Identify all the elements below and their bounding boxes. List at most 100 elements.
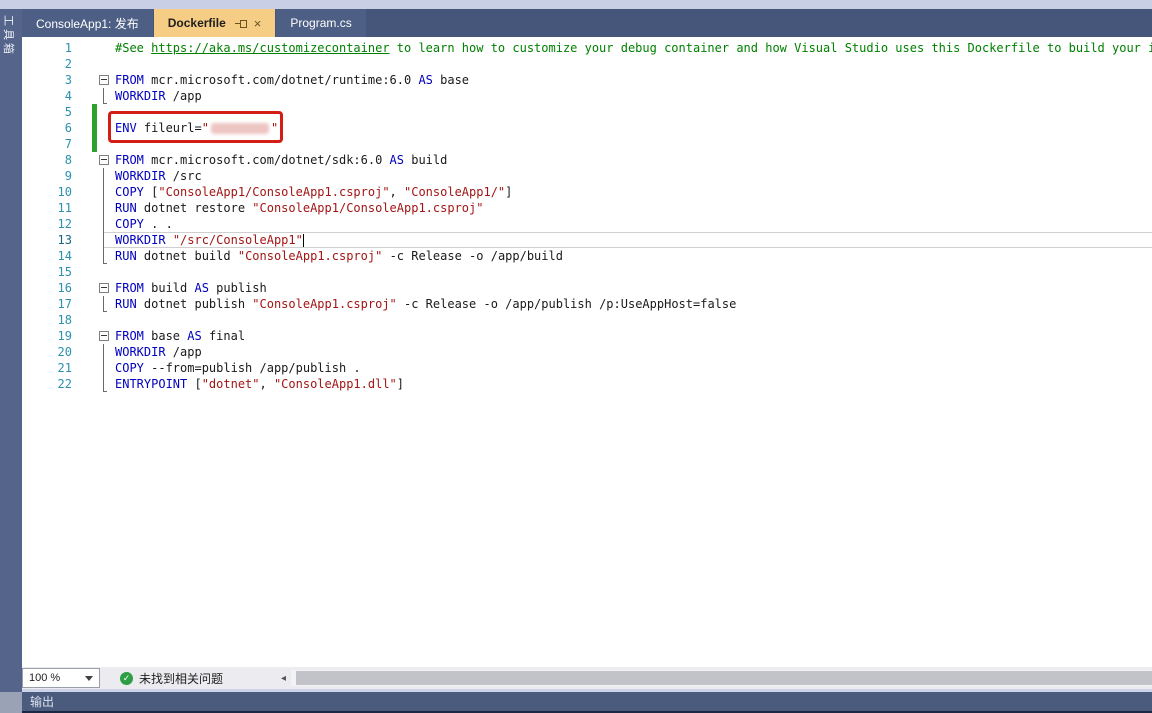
code-segment: -c Release -o /app/build bbox=[382, 249, 563, 263]
line-number: 14 bbox=[22, 249, 72, 263]
line-number: 15 bbox=[22, 265, 72, 279]
left-bottom-corner bbox=[0, 692, 22, 713]
code-line[interactable]: 21COPY --from=publish /app/publish . bbox=[22, 360, 1152, 376]
fold-collapse-icon[interactable] bbox=[99, 331, 109, 341]
code-text: WORKDIR "/src/ConsoleApp1" bbox=[115, 233, 304, 247]
window-top-strip bbox=[0, 0, 1152, 9]
code-segment: AS bbox=[418, 73, 432, 87]
code-segment: #See bbox=[115, 41, 151, 55]
code-text: ENV fileurl="" bbox=[115, 121, 278, 135]
code-line[interactable]: 12 COPY . . bbox=[22, 216, 1152, 232]
tab-icon-group: × bbox=[235, 18, 262, 29]
gutter bbox=[72, 360, 115, 376]
code-segment: /src bbox=[166, 169, 202, 183]
code-line[interactable]: 15 bbox=[22, 264, 1152, 280]
gutter bbox=[72, 88, 115, 104]
gutter bbox=[72, 168, 115, 184]
code-line[interactable]: 18 bbox=[22, 312, 1152, 328]
gutter bbox=[72, 136, 115, 152]
code-line[interactable]: 3FROM mcr.microsoft.com/dotnet/runtime:6… bbox=[22, 72, 1152, 88]
code-segment: base bbox=[433, 73, 469, 87]
code-line[interactable]: 5 bbox=[22, 104, 1152, 120]
line-number: 13 bbox=[22, 233, 72, 247]
fold-guide-line bbox=[103, 184, 104, 200]
zoom-level-select[interactable]: 100 % bbox=[22, 668, 100, 688]
code-line[interactable]: 22ENTRYPOINT ["dotnet", "ConsoleApp1.dll… bbox=[22, 376, 1152, 392]
toolbox-vertical-tab[interactable]: 工具箱 bbox=[1, 15, 17, 57]
code-line[interactable]: 7 bbox=[22, 136, 1152, 152]
code-line[interactable]: 8FROM mcr.microsoft.com/dotnet/sdk:6.0 A… bbox=[22, 152, 1152, 168]
fold-collapse-icon[interactable] bbox=[99, 75, 109, 85]
fold-collapse-icon[interactable] bbox=[99, 155, 109, 165]
gutter bbox=[72, 248, 115, 264]
scroll-left-icon[interactable]: ◂ bbox=[281, 673, 286, 684]
fold-guide-line bbox=[103, 88, 104, 104]
comment-link[interactable]: https://aka.ms/customizecontainer bbox=[151, 41, 389, 55]
document-tab-bar: ConsoleApp1: 发布 Dockerfile × Program.cs bbox=[22, 9, 1152, 37]
line-number: 20 bbox=[22, 345, 72, 359]
fold-collapse-icon[interactable] bbox=[99, 283, 109, 293]
code-segment: WORKDIR bbox=[115, 89, 166, 103]
line-number: 18 bbox=[22, 313, 72, 327]
code-segment: AS bbox=[187, 329, 201, 343]
code-text: RUN dotnet publish "ConsoleApp1.csproj" … bbox=[115, 297, 736, 311]
code-segment bbox=[166, 233, 173, 247]
gutter bbox=[72, 296, 115, 312]
editor-column: ConsoleApp1: 发布 Dockerfile × Program.cs … bbox=[22, 9, 1152, 713]
code-line[interactable]: 2 bbox=[22, 56, 1152, 72]
line-number: 12 bbox=[22, 217, 72, 231]
line-number: 17 bbox=[22, 297, 72, 311]
code-line[interactable]: 14RUN dotnet build "ConsoleApp1.csproj" … bbox=[22, 248, 1152, 264]
code-segment: final bbox=[202, 329, 245, 343]
code-text: COPY . . bbox=[115, 217, 173, 231]
code-segment: [ bbox=[144, 185, 158, 199]
line-number: 7 bbox=[22, 137, 72, 151]
code-line[interactable]: 10COPY ["ConsoleApp1/ConsoleApp1.csproj"… bbox=[22, 184, 1152, 200]
code-line[interactable]: 6ENV fileurl="" bbox=[22, 120, 1152, 136]
code-line[interactable]: 4WORKDIR /app bbox=[22, 88, 1152, 104]
gutter bbox=[72, 280, 115, 296]
code-area[interactable]: 1#See https://aka.ms/customizecontainer … bbox=[22, 37, 1152, 667]
code-line[interactable]: 17 RUN dotnet publish "ConsoleApp1.csproj… bbox=[22, 296, 1152, 312]
tab-programcs[interactable]: Program.cs bbox=[276, 9, 365, 37]
code-segment: RUN bbox=[115, 297, 137, 311]
horizontal-scrollbar[interactable] bbox=[291, 670, 1152, 686]
health-status: ✓ 未找到相关问题 bbox=[120, 670, 223, 687]
gutter bbox=[72, 104, 115, 120]
change-bar bbox=[92, 104, 97, 120]
code-segment: " bbox=[271, 121, 278, 135]
code-segment: "dotnet" bbox=[202, 377, 260, 391]
code-segment: publish bbox=[209, 281, 267, 295]
code-segment: , bbox=[260, 377, 274, 391]
gutter bbox=[72, 328, 115, 344]
code-line[interactable]: 19FROM base AS final bbox=[22, 328, 1152, 344]
gutter bbox=[72, 376, 115, 392]
code-line[interactable]: 13 WORKDIR "/src/ConsoleApp1" bbox=[22, 232, 1152, 248]
code-line[interactable]: 20WORKDIR /app bbox=[22, 344, 1152, 360]
line-number: 3 bbox=[22, 73, 72, 87]
code-line[interactable]: 1#See https://aka.ms/customizecontainer … bbox=[22, 40, 1152, 56]
code-text: ENTRYPOINT ["dotnet", "ConsoleApp1.dll"] bbox=[115, 377, 404, 391]
line-number: 21 bbox=[22, 361, 72, 375]
code-line[interactable]: 16FROM build AS publish bbox=[22, 280, 1152, 296]
gutter bbox=[72, 312, 115, 328]
fold-guide-line bbox=[103, 232, 104, 248]
left-dock-strip: 工具箱 bbox=[0, 9, 22, 713]
tab-dockerfile[interactable]: Dockerfile × bbox=[154, 9, 276, 37]
code-segment: "ConsoleApp1.csproj" bbox=[238, 249, 383, 263]
code-segment: . . bbox=[144, 217, 173, 231]
code-text: RUN dotnet restore "ConsoleApp1/ConsoleA… bbox=[115, 201, 483, 215]
gutter bbox=[72, 344, 115, 360]
scrollbar-thumb[interactable] bbox=[296, 671, 1152, 685]
code-segment: base bbox=[144, 329, 187, 343]
code-segment: FROM bbox=[115, 281, 144, 295]
close-icon[interactable]: × bbox=[254, 18, 262, 29]
tab-consoleapp1-publish[interactable]: ConsoleApp1: 发布 bbox=[22, 9, 153, 37]
code-segment: FROM bbox=[115, 153, 144, 167]
pin-icon[interactable] bbox=[235, 18, 247, 29]
code-line[interactable]: 11 RUN dotnet restore "ConsoleApp1/Consol… bbox=[22, 200, 1152, 216]
line-number: 11 bbox=[22, 201, 72, 215]
output-panel-header[interactable]: 输出 bbox=[22, 692, 1152, 713]
line-number: 1 bbox=[22, 41, 72, 55]
code-line[interactable]: 9WORKDIR /src bbox=[22, 168, 1152, 184]
